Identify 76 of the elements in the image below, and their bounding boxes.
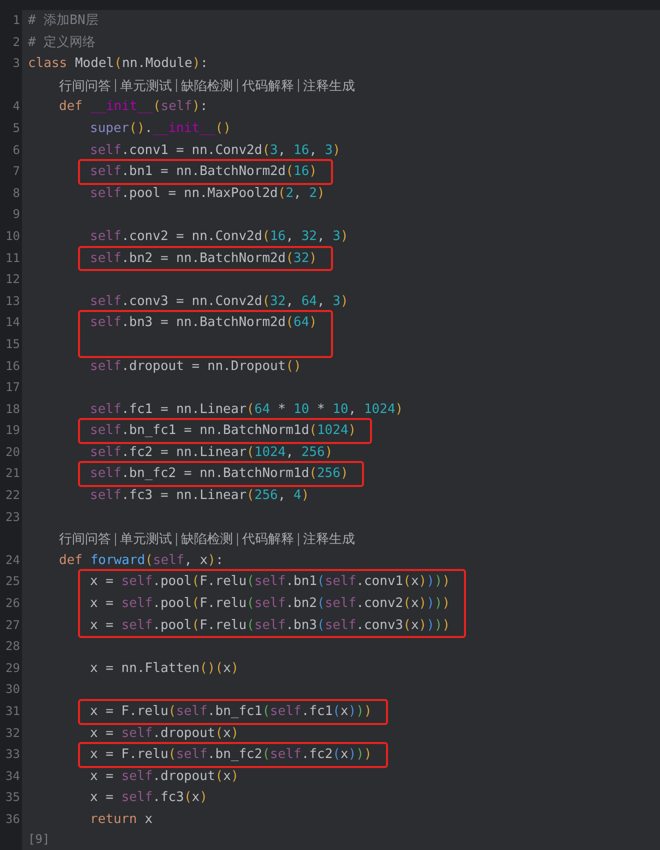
cell-execution-count: [9] xyxy=(27,830,50,847)
code-lens-link[interactable]: 单元测试 xyxy=(120,529,172,549)
line-number: 21 xyxy=(6,466,20,480)
code-lens-link[interactable]: 代码解释 xyxy=(242,76,294,96)
line-number: 7 xyxy=(12,164,20,178)
line-number: 14 xyxy=(6,315,20,330)
code-line: self.bn_fc1 = nn.BatchNorm1d(1024) xyxy=(90,422,356,440)
line-number: 16 xyxy=(6,358,20,372)
code-line: x = nn.Flatten()(x) xyxy=(90,660,239,678)
code-lens-link[interactable]: 注释生成 xyxy=(303,76,355,96)
code-lens-link[interactable]: 注释生成 xyxy=(303,529,355,549)
line-number: 23 xyxy=(6,510,20,524)
line-number: 28 xyxy=(6,639,20,654)
line-number: 13 xyxy=(6,294,20,308)
code-line: return x xyxy=(90,810,153,829)
line-number: 9 xyxy=(12,207,20,222)
line-number: 12 xyxy=(6,272,20,286)
line-number: 26 xyxy=(6,596,20,610)
line-number: 6 xyxy=(12,142,20,157)
line-number: 18 xyxy=(6,402,20,416)
line-number: 17 xyxy=(6,380,20,394)
code-line: class Model(nn.Module): xyxy=(28,55,208,74)
code-line: def forward(self, x): xyxy=(59,552,224,570)
code-lens-link[interactable]: 代码解释 xyxy=(242,529,294,549)
code-line: self.bn2 = nn.BatchNorm2d(32) xyxy=(90,250,317,268)
code-line: x = F.relu(self.bn_fc2(self.fc2(x))) xyxy=(90,746,372,764)
line-number: 34 xyxy=(6,768,20,783)
line-number: 30 xyxy=(6,682,20,696)
code-line: self.bn_fc2 = nn.BatchNorm1d(256) xyxy=(90,465,348,484)
line-number: 31 xyxy=(6,704,20,718)
line-number: 1 xyxy=(12,13,20,27)
line-number: 36 xyxy=(6,812,20,826)
code-line: x = self.dropout(x) xyxy=(90,768,239,786)
code-line: self.conv2 = nn.Conv2d(16, 32, 3) xyxy=(90,228,348,246)
code-line: self.fc1 = nn.Linear(64 * 10 * 10, 1024) xyxy=(90,400,404,419)
code-lens-link[interactable]: 行间问答 xyxy=(59,76,111,96)
code-line: x = self.pool(F.relu(self.bn2(self.conv2(x)))) xyxy=(90,595,450,614)
code-line: self.pool = nn.MaxPool2d(2, 2) xyxy=(90,184,325,203)
line-number: 33 xyxy=(6,747,20,762)
code-line: self.bn3 = nn.BatchNorm2d(64) xyxy=(90,314,317,332)
code-lens-link[interactable]: 单元测试 xyxy=(120,76,172,96)
code-line: self.conv3 = nn.Conv2d(32, 64, 3) xyxy=(90,292,348,311)
code-line: # 添加BN层 xyxy=(28,12,98,30)
code-line: self.fc3 = nn.Linear(256, 4) xyxy=(90,487,310,506)
line-number: 32 xyxy=(6,726,20,740)
line-number: 29 xyxy=(6,660,20,675)
line-number: 19 xyxy=(6,423,20,438)
code-line: x = self.fc3(x) xyxy=(90,789,208,808)
code-line: # 定义网络 xyxy=(28,34,96,52)
code-line: self.dropout = nn.Dropout() xyxy=(90,358,302,376)
code-line: super().__init__() xyxy=(90,120,231,138)
line-number: 15 xyxy=(6,336,20,351)
code-line: def __init__(self): xyxy=(59,98,208,116)
line-number: 20 xyxy=(6,444,20,459)
code-line: x = self.pool(F.relu(self.bn3(self.conv3(x)))) xyxy=(90,616,450,635)
line-number: 4 xyxy=(12,99,20,114)
line-number: 27 xyxy=(6,618,20,632)
code-line: self.conv1 = nn.Conv2d(3, 16, 3) xyxy=(90,142,340,160)
code-line: x = F.relu(self.bn_fc1(self.fc1(x))) xyxy=(90,703,372,721)
code-line: x = self.pool(F.relu(self.bn1(self.conv1(x)))) xyxy=(90,573,450,592)
line-number: 3 xyxy=(12,56,20,70)
code-lens-link[interactable]: 缺陷检测 xyxy=(181,529,233,549)
line-number: 22 xyxy=(6,488,20,502)
line-number: 8 xyxy=(12,186,20,200)
code-lens-link[interactable]: 缺陷检测 xyxy=(181,76,233,96)
line-number: 10 xyxy=(6,228,20,243)
code-lens-link[interactable]: 行间问答 xyxy=(59,529,111,549)
code-line: self.bn1 = nn.BatchNorm2d(16) xyxy=(90,163,317,182)
line-number: 35 xyxy=(6,790,20,804)
line-number: 11 xyxy=(6,250,20,265)
code-line: x = self.dropout(x) xyxy=(90,724,239,743)
code-line: self.fc2 = nn.Linear(1024, 256) xyxy=(90,444,333,462)
line-number: 5 xyxy=(12,120,20,135)
line-number: 24 xyxy=(6,552,20,567)
line-number: 25 xyxy=(6,574,20,588)
line-number: 2 xyxy=(12,34,20,49)
